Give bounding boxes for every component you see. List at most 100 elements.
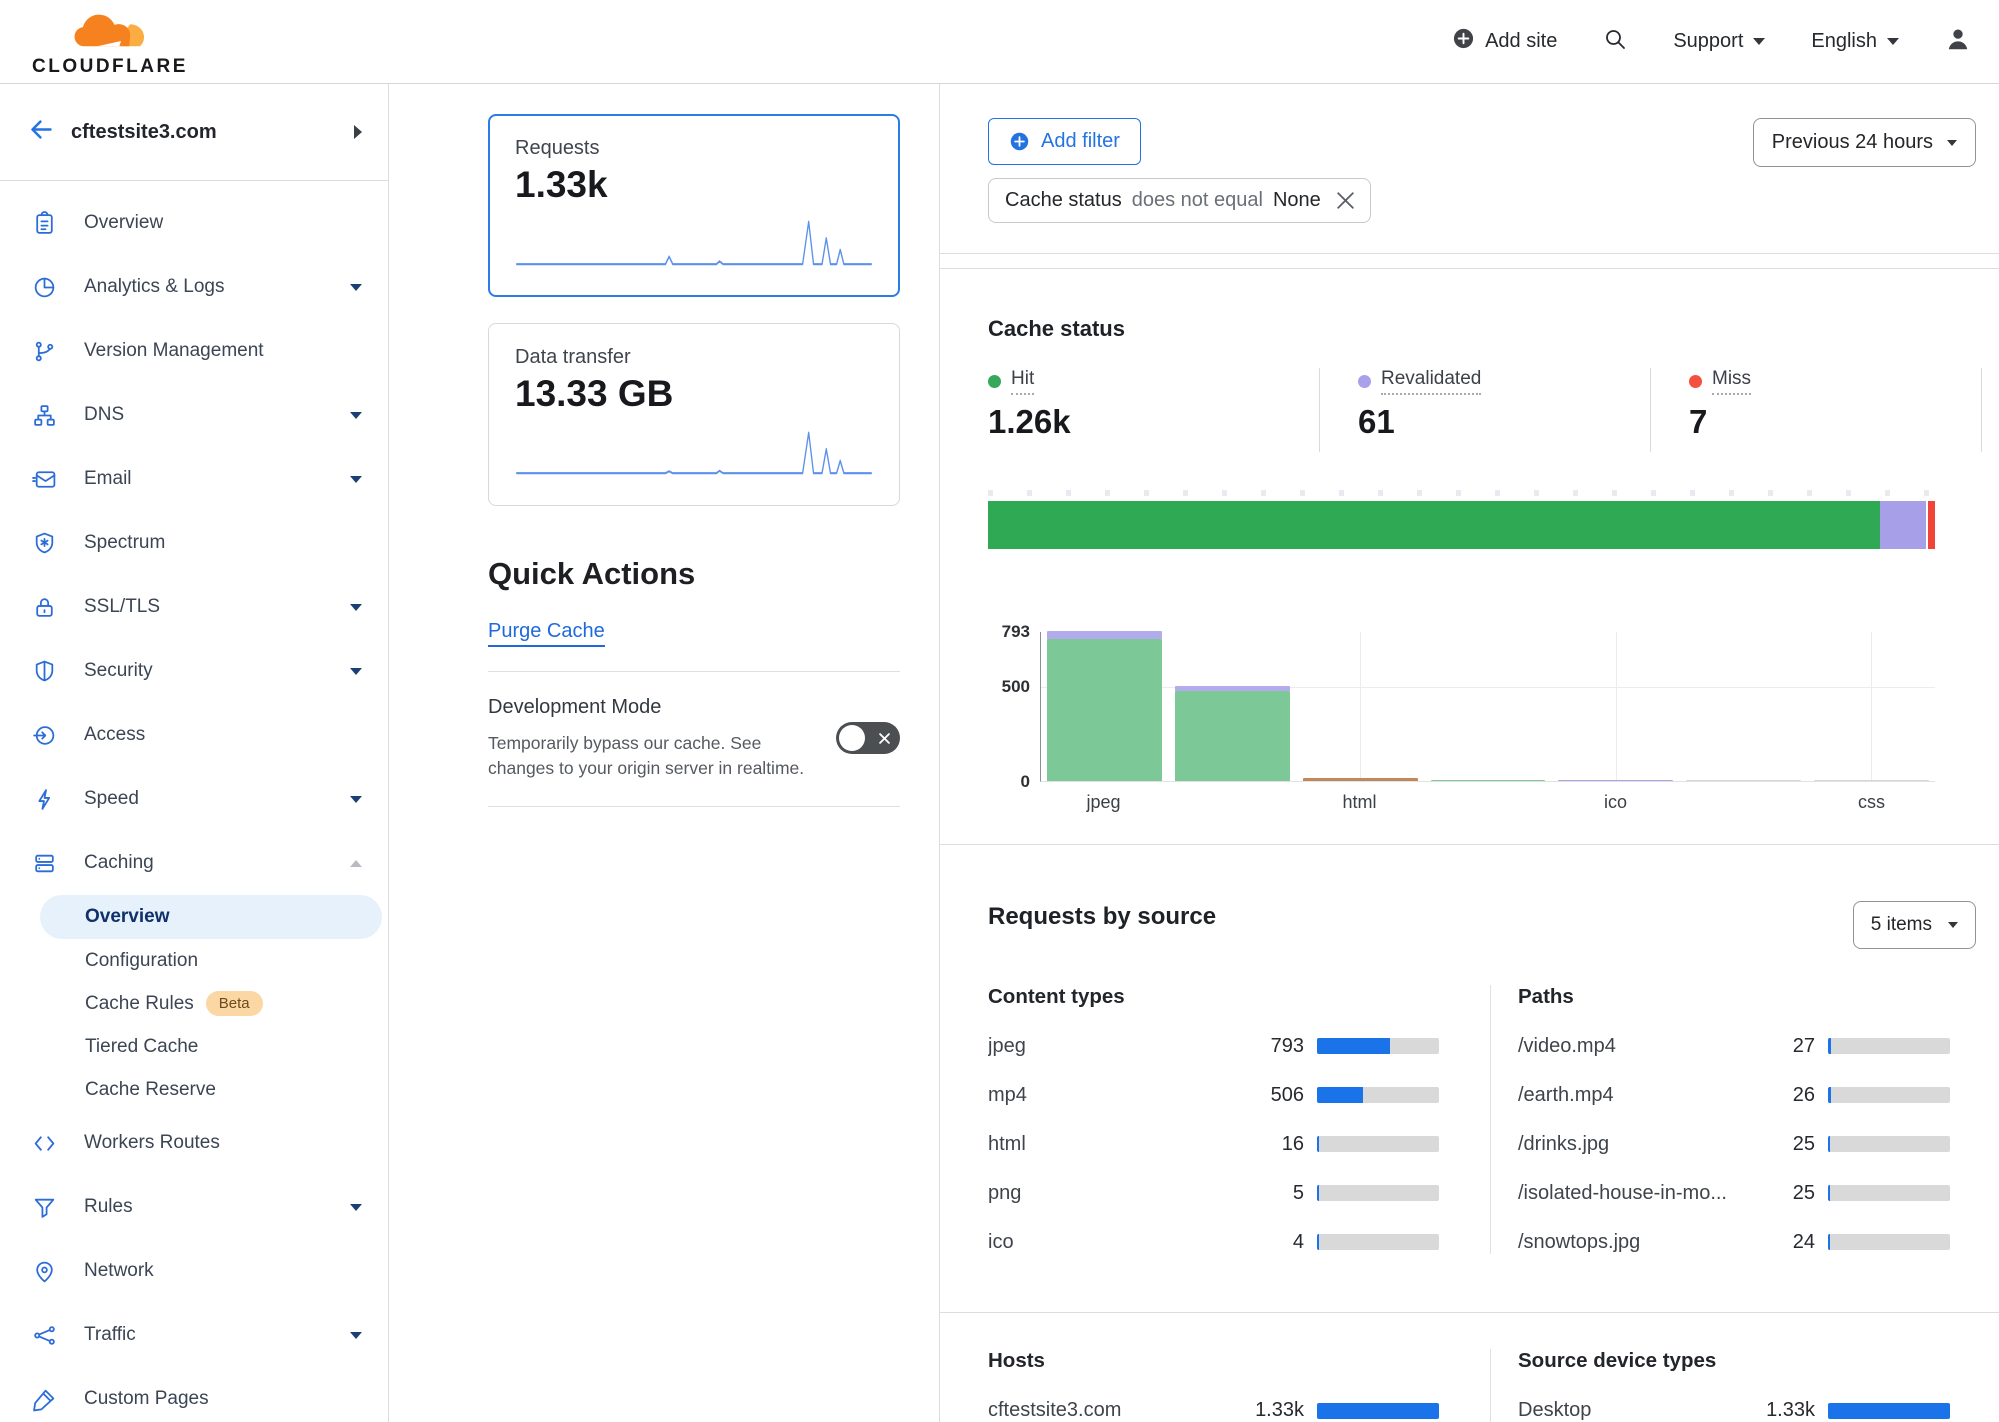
chevron-right-icon[interactable] bbox=[354, 125, 362, 139]
back-arrow-icon[interactable] bbox=[28, 116, 55, 148]
cloudflare-wordmark: CLOUDFLARE bbox=[32, 56, 188, 78]
analytics-panel: Add filter Cache status does not equal N… bbox=[940, 84, 1999, 1422]
hit-segment bbox=[988, 501, 1880, 549]
sidebar-item-caching[interactable]: Caching bbox=[0, 831, 388, 895]
search-icon bbox=[1603, 27, 1627, 57]
sidebar-nav: Overview Analytics & Logs Version Manage… bbox=[0, 181, 388, 1422]
cache-bar-chart-labels: jpeghtmlicocss bbox=[1040, 792, 1935, 813]
list-item: /drinks.jpg 25 bbox=[1518, 1133, 1950, 1156]
proportion-bar bbox=[1317, 1403, 1439, 1419]
pen-nib-icon bbox=[32, 1387, 57, 1412]
requests-by-source-section: Requests by source 5 items Content types… bbox=[940, 845, 1999, 1313]
sidebar-item-email[interactable]: Email bbox=[0, 447, 388, 511]
sidebar-item-ssl-tls[interactable]: SSL/TLS bbox=[0, 575, 388, 639]
data-transfer-metric-card[interactable]: Data transfer 13.33 GB bbox=[488, 323, 900, 506]
sidebar-item-speed[interactable]: Speed bbox=[0, 767, 388, 831]
lightning-icon bbox=[32, 787, 57, 812]
filter-bar: Add filter Cache status does not equal N… bbox=[940, 84, 1999, 254]
sidebar-item-overview[interactable]: Overview bbox=[0, 191, 388, 255]
filter-value: None bbox=[1273, 189, 1321, 212]
revalidated-value: 61 bbox=[1358, 403, 1650, 441]
access-icon bbox=[32, 723, 57, 748]
language-menu[interactable]: English bbox=[1811, 30, 1899, 53]
bar-css bbox=[1814, 780, 1929, 782]
cache-status-section: Cache status Hit 1.26k Revalidated bbox=[940, 269, 1999, 845]
x-tick-label: css bbox=[1814, 792, 1929, 813]
list-item: jpeg 793 bbox=[988, 1035, 1490, 1058]
purge-cache-link[interactable]: Purge Cache bbox=[488, 620, 605, 647]
server-stack-icon bbox=[32, 851, 57, 876]
shield-asterisk-icon bbox=[32, 531, 57, 556]
subnav-item-cache-rules[interactable]: Cache Rules Beta bbox=[0, 982, 388, 1025]
account-menu[interactable] bbox=[1945, 26, 1971, 58]
stat-miss: Miss 7 bbox=[1650, 368, 1981, 452]
subnav-item-tiered-cache[interactable]: Tiered Cache bbox=[0, 1025, 388, 1068]
sidebar-item-rules[interactable]: Rules bbox=[0, 1175, 388, 1239]
time-axis-ticks bbox=[988, 490, 1935, 496]
content-type-bar-chart: 793 500 0 bbox=[988, 632, 1935, 782]
chevron-down-icon bbox=[1753, 38, 1765, 45]
bar-unlabeled bbox=[1431, 780, 1546, 782]
sidebar-item-network[interactable]: Network bbox=[0, 1239, 388, 1303]
proportion-bar bbox=[1317, 1038, 1439, 1054]
filter-chip: Cache status does not equal None bbox=[988, 178, 1371, 223]
chevron-down-icon bbox=[350, 668, 362, 675]
proportion-bar bbox=[1828, 1234, 1950, 1250]
sidebar-item-security[interactable]: Security bbox=[0, 639, 388, 703]
subnav-item-cache-reserve[interactable]: Cache Reserve bbox=[0, 1068, 388, 1111]
chevron-down-icon bbox=[1947, 140, 1957, 146]
bar-jpeg bbox=[1047, 631, 1162, 781]
support-menu[interactable]: Support bbox=[1673, 30, 1765, 53]
card-label: Data transfer bbox=[515, 346, 873, 369]
requests-by-source-title: Requests by source bbox=[988, 903, 1982, 931]
plus-circle-icon bbox=[1452, 27, 1475, 56]
gridline bbox=[1360, 632, 1361, 781]
close-icon[interactable] bbox=[1337, 192, 1354, 209]
data-transfer-sparkline bbox=[515, 421, 873, 479]
bar-ico bbox=[1558, 780, 1673, 782]
sidebar-item-spectrum[interactable]: Spectrum bbox=[0, 511, 388, 575]
proportion-bar bbox=[1828, 1038, 1950, 1054]
sidebar-item-custom-pages[interactable]: Custom Pages bbox=[0, 1367, 388, 1422]
list-item: Desktop 1.33k bbox=[1518, 1399, 1950, 1422]
development-mode-toggle[interactable] bbox=[836, 722, 900, 754]
miss-segment bbox=[1928, 501, 1935, 549]
plus-circle-icon bbox=[1009, 131, 1030, 152]
sidebar: cftestsite3.com Overview Analytics & Log… bbox=[0, 84, 389, 1422]
add-site-button[interactable]: Add site bbox=[1452, 27, 1557, 56]
subnav-item-overview[interactable]: Overview bbox=[40, 895, 382, 939]
miss-value: 7 bbox=[1689, 403, 1981, 441]
hit-dot-icon bbox=[988, 375, 1001, 388]
add-filter-button[interactable]: Add filter bbox=[988, 118, 1141, 165]
card-value: 1.33k bbox=[515, 164, 873, 206]
gridline bbox=[1616, 632, 1617, 781]
sidebar-item-workers-routes[interactable]: Workers Routes bbox=[0, 1111, 388, 1175]
requests-metric-card[interactable]: Requests 1.33k bbox=[488, 114, 900, 297]
hierarchy-icon bbox=[32, 403, 57, 428]
bar-unlabeled bbox=[1175, 686, 1290, 782]
miss-dot-icon bbox=[1689, 375, 1702, 388]
paths-column: Paths /video.mp4 27 /earth.mp4 26 / bbox=[1490, 985, 1950, 1254]
sidebar-item-access[interactable]: Access bbox=[0, 703, 388, 767]
sidebar-item-analytics-logs[interactable]: Analytics & Logs bbox=[0, 255, 388, 319]
items-count-dropdown[interactable]: 5 items bbox=[1853, 901, 1976, 949]
time-range-dropdown[interactable]: Previous 24 hours bbox=[1753, 118, 1976, 167]
chevron-down-icon bbox=[350, 1332, 362, 1339]
sidebar-item-traffic[interactable]: Traffic bbox=[0, 1303, 388, 1367]
beta-badge: Beta bbox=[206, 991, 263, 1016]
sidebar-item-dns[interactable]: DNS bbox=[0, 383, 388, 447]
search-button[interactable] bbox=[1603, 27, 1627, 57]
subnav-item-configuration[interactable]: Configuration bbox=[0, 939, 388, 982]
map-pin-icon bbox=[32, 1259, 57, 1284]
list-item: /video.mp4 27 bbox=[1518, 1035, 1950, 1058]
section-divider bbox=[940, 254, 1999, 269]
x-tick-label: jpeg bbox=[1046, 792, 1161, 813]
toggle-off-x-icon bbox=[879, 733, 890, 744]
stat-revalidated: Revalidated 61 bbox=[1319, 368, 1650, 452]
revalidated-dot-icon bbox=[1358, 375, 1371, 388]
proportion-bar bbox=[1828, 1403, 1950, 1419]
sidebar-item-version-management[interactable]: Version Management bbox=[0, 319, 388, 383]
shield-icon bbox=[32, 659, 57, 684]
cloudflare-logo[interactable]: CLOUDFLARE bbox=[32, 7, 188, 78]
x-tick-label bbox=[1686, 792, 1801, 813]
